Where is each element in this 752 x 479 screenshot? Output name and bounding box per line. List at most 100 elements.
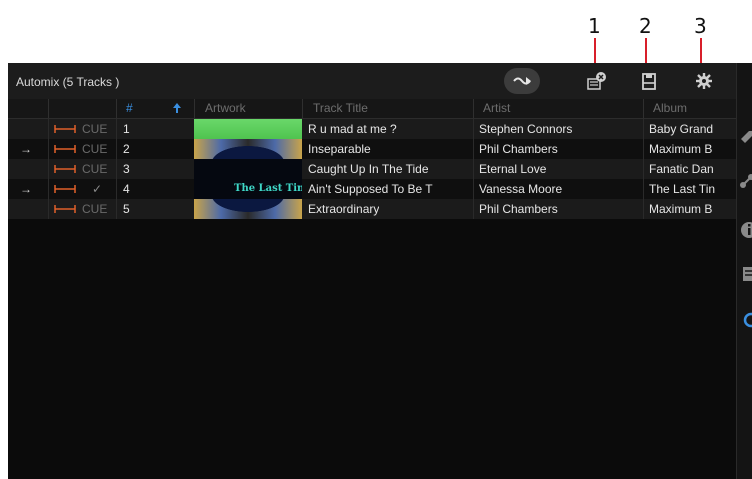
artwork-caption: The Last Time	[234, 183, 302, 194]
track-artist: Stephen Connors	[479, 122, 573, 136]
track-album: Maximum B	[649, 142, 713, 156]
column-header-artist[interactable]: Artist	[483, 101, 510, 115]
callout-line-1	[594, 38, 596, 66]
column-divider	[302, 99, 303, 118]
track-album: Maximum B	[649, 202, 713, 216]
track-album: The Last Tin	[649, 182, 716, 196]
track-number: 5	[123, 202, 130, 216]
track-number: 2	[123, 142, 130, 156]
column-divider	[116, 99, 117, 118]
loop-icon	[54, 165, 76, 173]
track-artist: Vanessa Moore	[479, 182, 563, 196]
cell-divider	[643, 199, 644, 219]
callout-2: 2	[639, 14, 652, 38]
cell-divider	[473, 179, 474, 199]
cell-divider	[643, 179, 644, 199]
loop-icon	[54, 205, 76, 213]
cell-divider	[48, 179, 49, 199]
track-title: Ain't Supposed To Be T	[308, 182, 433, 196]
loop-icon	[54, 185, 76, 193]
related-tab[interactable]	[737, 171, 752, 193]
track-album: Fanatic Dan	[649, 162, 714, 176]
cell-divider	[643, 119, 644, 139]
artwork-thumbnail: The Last Time	[194, 179, 302, 199]
cue-label: CUE	[82, 162, 108, 176]
info-tab[interactable]	[737, 219, 752, 241]
table-row[interactable]: → ✓ 4 The Last Time Ain't Supposed To Be…	[8, 179, 736, 199]
callout-1: 1	[588, 14, 601, 38]
list-tab[interactable]	[737, 263, 752, 285]
column-divider	[48, 99, 49, 118]
artwork-thumbnail	[194, 119, 302, 139]
cell-divider	[116, 179, 117, 199]
playing-marker: →	[20, 142, 32, 156]
loop-icon	[54, 125, 76, 133]
artwork-thumbnail	[194, 199, 302, 219]
side-tab-strip	[736, 63, 752, 479]
column-divider	[643, 99, 644, 118]
automix-play-icon	[513, 77, 531, 85]
panel-title: Automix (5 Tracks )	[16, 75, 120, 89]
track-number: 1	[123, 122, 130, 136]
cue-label: CUE	[82, 202, 108, 216]
link-icon	[740, 174, 752, 188]
column-header-row: # Artwork Track Title Artist Album	[8, 99, 736, 119]
cell-divider	[48, 159, 49, 179]
cell-divider	[643, 159, 644, 179]
settings-button[interactable]	[689, 69, 719, 93]
cell-divider	[116, 119, 117, 139]
tag-tab[interactable]	[737, 125, 752, 147]
callout-3: 3	[694, 14, 707, 38]
track-album: Baby Grand	[649, 122, 714, 136]
settings-icon	[696, 73, 712, 89]
artwork-thumbnail	[194, 139, 302, 159]
track-title: Inseparable	[308, 142, 371, 156]
column-header-album[interactable]: Album	[653, 101, 687, 115]
automix-tab[interactable]	[737, 309, 752, 331]
save-button[interactable]	[634, 69, 664, 93]
playing-marker: →	[20, 182, 32, 196]
loop-icon	[54, 145, 76, 153]
remove-track-icon	[587, 72, 606, 90]
played-check-icon: ✓	[92, 182, 103, 196]
cell-divider	[473, 159, 474, 179]
tag-icon	[741, 131, 752, 143]
cell-divider	[643, 139, 644, 159]
cell-divider	[48, 119, 49, 139]
cell-divider	[116, 159, 117, 179]
track-artist: Phil Chambers	[479, 202, 558, 216]
cell-divider	[48, 199, 49, 219]
track-title: Extraordinary	[308, 202, 380, 216]
column-divider	[194, 99, 195, 118]
callout-line-3	[700, 38, 702, 66]
cell-divider	[473, 139, 474, 159]
automix-tab-icon	[743, 312, 752, 328]
artwork-thumbnail	[194, 159, 302, 179]
cell-divider	[473, 119, 474, 139]
cue-label: CUE	[82, 142, 108, 156]
column-header-number[interactable]: #	[126, 101, 133, 115]
track-title: R u mad at me ?	[308, 122, 397, 136]
column-header-track-title[interactable]: Track Title	[313, 101, 368, 115]
callout-line-2	[645, 38, 647, 66]
track-title: Caught Up In The Tide	[308, 162, 429, 176]
column-divider	[473, 99, 474, 118]
save-icon	[642, 73, 656, 90]
track-artist: Eternal Love	[479, 162, 547, 176]
sort-ascending-icon[interactable]	[172, 102, 182, 114]
automix-panel: Automix (5 Tracks ) # Artwork Track Titl…	[8, 63, 752, 479]
track-number: 4	[123, 182, 130, 196]
automix-play-button[interactable]	[504, 68, 540, 94]
table-row[interactable]: CUE 1 R u mad at me ? Stephen Connors Ba…	[8, 119, 736, 139]
info-icon	[741, 222, 752, 238]
track-artist: Phil Chambers	[479, 142, 558, 156]
remove-track-button[interactable]	[581, 69, 611, 93]
list-icon	[743, 267, 752, 281]
cell-divider	[473, 199, 474, 219]
table-row[interactable]: CUE 5 Extraordinary Phil Chambers Maximu…	[8, 199, 736, 219]
table-row[interactable]: → CUE 2 Inseparable Phil Chambers Maximu…	[8, 139, 736, 159]
panel-header: Automix (5 Tracks )	[8, 63, 736, 99]
column-header-artwork[interactable]: Artwork	[205, 101, 246, 115]
table-row[interactable]: CUE 3 Caught Up In The Tide Eternal Love…	[8, 159, 736, 179]
cell-divider	[48, 139, 49, 159]
